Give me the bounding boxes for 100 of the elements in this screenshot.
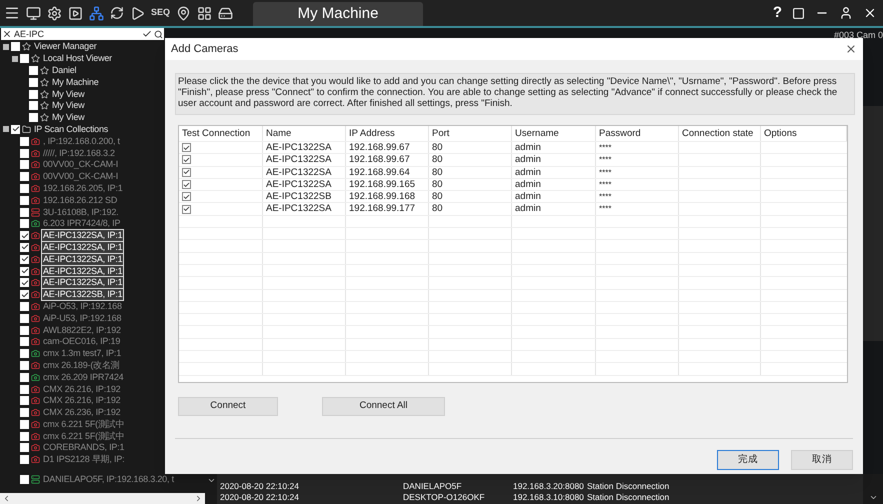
- grid-icon[interactable]: [197, 6, 212, 20]
- tree-item[interactable]: My View: [51, 100, 86, 112]
- tree-item[interactable]: AE-IPC1322SA, IP:1: [42, 242, 124, 253]
- column-header[interactable]: Port: [429, 126, 512, 141]
- checkbox[interactable]: [20, 172, 29, 182]
- checkbox[interactable]: [20, 384, 29, 394]
- tree-item[interactable]: COREBRANDS, IP:1: [42, 442, 126, 454]
- tree-item[interactable]: CMX 26.236, IP:192: [42, 407, 122, 418]
- checkbox[interactable]: [20, 349, 29, 358]
- tree-item[interactable]: CMX 26.216, IP:192: [42, 395, 122, 406]
- checkbox[interactable]: [20, 54, 29, 64]
- sequence-button[interactable]: SEQ: [151, 6, 170, 20]
- close-icon[interactable]: [863, 6, 877, 20]
- checkbox[interactable]: [20, 290, 29, 300]
- monitor-icon[interactable]: [26, 6, 41, 20]
- tree-item[interactable]: 00VV00_CK-CAM-I: [42, 171, 120, 182]
- tree-item[interactable]: AWL8822E2, IP:192: [42, 324, 122, 336]
- tree-item[interactable]: , IP:192.168.0.200, t: [42, 136, 121, 147]
- tree-item[interactable]: 3U-16108B, IP:192.: [42, 206, 120, 218]
- checkbox[interactable]: [11, 42, 20, 52]
- tree-item[interactable]: 192.168.26.212 SD: [42, 194, 118, 206]
- collapse-toggle[interactable]: [3, 126, 9, 132]
- checkbox[interactable]: [20, 475, 29, 484]
- checkbox[interactable]: [20, 242, 29, 252]
- check-icon[interactable]: [142, 29, 152, 39]
- tree-item[interactable]: My View: [51, 112, 86, 124]
- window-tab[interactable]: My Machine: [253, 2, 424, 26]
- checkbox[interactable]: [20, 219, 29, 228]
- dialog-button[interactable]: 完成: [717, 450, 779, 470]
- tree-item[interactable]: AiP-U53, IP:192.168: [42, 312, 122, 324]
- tree-item[interactable]: AiP-O53, IP:192.168: [42, 300, 123, 312]
- collapse-toggle[interactable]: [3, 44, 9, 50]
- close-icon[interactable]: [845, 43, 857, 55]
- checkbox[interactable]: [182, 155, 191, 164]
- refresh-icon[interactable]: [110, 6, 124, 20]
- checkbox[interactable]: [182, 180, 191, 190]
- tree-item[interactable]: /////, IP:192.168.3.2: [42, 148, 116, 159]
- connect-button[interactable]: Connect: [178, 397, 278, 416]
- scroll-down-icon[interactable]: [206, 476, 216, 485]
- column-header[interactable]: Options: [761, 126, 847, 141]
- column-header[interactable]: Password: [596, 126, 679, 141]
- tree-item[interactable]: My View: [51, 88, 86, 100]
- checkbox[interactable]: [20, 278, 29, 288]
- tree-item[interactable]: 192.168.26.205, IP:1: [42, 182, 124, 194]
- tree-item[interactable]: cam-OEC016, IP:19: [42, 336, 122, 348]
- checkbox[interactable]: [20, 326, 29, 335]
- checkbox[interactable]: [20, 208, 29, 217]
- tree-item[interactable]: Viewer Manager: [33, 41, 98, 52]
- checkbox[interactable]: [182, 143, 191, 152]
- tree-item[interactable]: My Machine: [51, 76, 100, 88]
- checkbox[interactable]: [20, 337, 29, 346]
- clear-icon[interactable]: [2, 29, 12, 39]
- tree-item[interactable]: AE-IPC1322SA, IP:1: [42, 254, 124, 265]
- tree-item[interactable]: IP Scan Collections: [33, 124, 110, 135]
- tree-item[interactable]: AE-IPC1322SA, IP:1: [42, 266, 124, 277]
- column-header[interactable]: Test Connection: [179, 126, 263, 141]
- tree-item[interactable]: Daniel: [51, 64, 78, 76]
- settings-icon[interactable]: [47, 6, 62, 20]
- network-icon[interactable]: [89, 6, 104, 20]
- tree-item[interactable]: cmx 6.221 5F(測試中: [42, 418, 126, 430]
- column-header[interactable]: IP Address: [346, 126, 429, 141]
- collapse-toggle[interactable]: [12, 56, 18, 62]
- scroll-left-icon[interactable]: [2, 494, 11, 503]
- connect-button[interactable]: Connect All: [322, 397, 445, 416]
- checkbox[interactable]: [20, 231, 29, 240]
- tree-item[interactable]: 00VV00_CK-CAM-I: [42, 159, 120, 170]
- checkbox[interactable]: [29, 66, 38, 75]
- checkbox[interactable]: [182, 204, 191, 214]
- column-header[interactable]: Name: [263, 126, 346, 141]
- checkbox[interactable]: [29, 90, 38, 99]
- checkbox[interactable]: [29, 113, 38, 122]
- tree-item[interactable]: AE-IPC1322SA, IP:1: [42, 230, 124, 242]
- checkbox[interactable]: [182, 168, 191, 177]
- search-field[interactable]: AE-IPC: [1, 28, 164, 40]
- checkbox[interactable]: [20, 254, 29, 264]
- dialog-button[interactable]: 取消: [791, 450, 853, 470]
- checkbox[interactable]: [20, 420, 29, 429]
- checkbox[interactable]: [20, 196, 29, 205]
- search-icon[interactable]: [154, 30, 163, 38]
- tree-item[interactable]: Local Host Viewer: [42, 53, 113, 64]
- playback-icon[interactable]: [68, 6, 83, 20]
- checkbox[interactable]: [20, 160, 29, 170]
- checkbox[interactable]: [29, 78, 38, 87]
- tree-item[interactable]: AE-IPC1322SB, IP:1: [42, 289, 124, 300]
- tree-item[interactable]: CMX 26.216, IP:192: [42, 384, 122, 394]
- tree-item[interactable]: cmx 6.221 5F(測試中: [42, 430, 126, 442]
- checkbox[interactable]: [20, 408, 29, 418]
- play-icon[interactable]: [130, 6, 145, 20]
- menu-icon[interactable]: [4, 5, 20, 21]
- tree-item[interactable]: 6.203 IPR7424/8, IP: [42, 218, 122, 230]
- checkbox[interactable]: [20, 443, 29, 452]
- column-header[interactable]: Connection state: [679, 126, 761, 141]
- tree-item[interactable]: AE-IPC1322SA, IP:1: [42, 277, 124, 288]
- checkbox[interactable]: [29, 101, 38, 110]
- help-button[interactable]: ?: [772, 2, 782, 24]
- checkbox[interactable]: [20, 360, 29, 370]
- horizontal-scrollbar[interactable]: [0, 493, 205, 504]
- checkbox[interactable]: [20, 372, 29, 382]
- user-icon[interactable]: [839, 6, 853, 20]
- checkbox[interactable]: [20, 266, 29, 276]
